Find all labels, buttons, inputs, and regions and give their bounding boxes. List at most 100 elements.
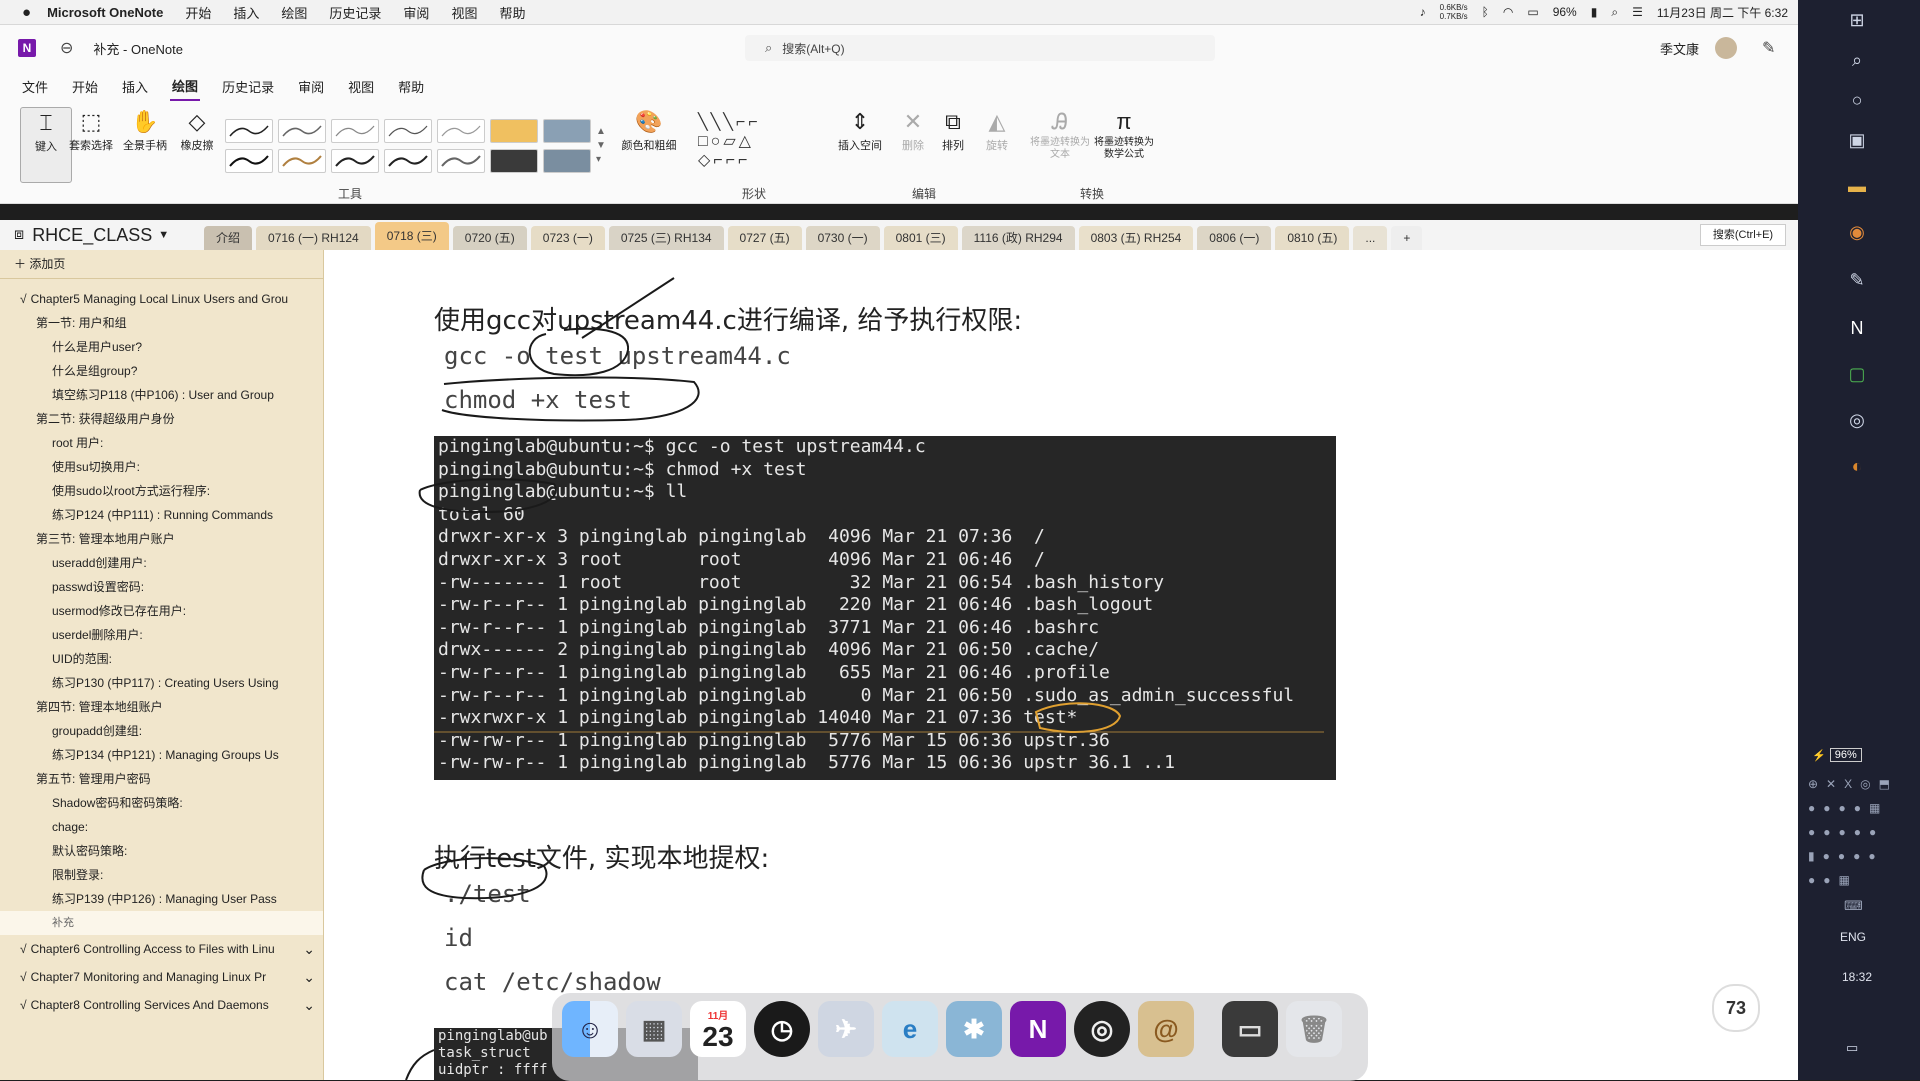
subpage[interactable]: 补充 bbox=[0, 911, 323, 935]
section-tab[interactable]: 介绍 bbox=[204, 226, 253, 250]
calendar-icon[interactable]: 11月 23 bbox=[690, 1001, 746, 1057]
section-tab[interactable]: 1116 (政) RH294 bbox=[961, 226, 1075, 250]
feather-app-icon[interactable]: ✈ bbox=[818, 1001, 874, 1057]
subpage[interactable]: Shadow密码和密码策略: bbox=[0, 791, 323, 815]
cortana-icon[interactable]: ○ bbox=[1842, 90, 1872, 114]
star-app-icon[interactable]: ✱ bbox=[946, 1001, 1002, 1057]
tab-review[interactable]: 审阅 bbox=[296, 73, 326, 100]
search-icon[interactable]: ⌕ bbox=[1611, 5, 1618, 20]
lasso-select-button[interactable]: ⬚ 套索选择 bbox=[66, 107, 116, 153]
pen-swatch[interactable] bbox=[384, 149, 432, 173]
chapter-page[interactable]: √ Chapter8 Controlling Services And Daemo… bbox=[0, 991, 323, 1019]
pen-swatch[interactable] bbox=[278, 119, 326, 143]
finder-icon[interactable]: ☺ bbox=[562, 1001, 618, 1057]
battery-icon[interactable]: ▮ bbox=[1591, 5, 1598, 19]
notebook-picker[interactable]: ⧈ RHCE_CLASS ▼ bbox=[14, 220, 204, 250]
edge-icon[interactable]: e bbox=[882, 1001, 938, 1057]
clock-icon[interactable]: ◷ bbox=[754, 1001, 810, 1057]
file-explorer-icon[interactable]: ▬ bbox=[1842, 176, 1872, 200]
app-icon[interactable]: ▢ bbox=[1842, 364, 1872, 388]
highlighter-swatch[interactable] bbox=[490, 149, 538, 173]
control-center-icon[interactable]: ☰ bbox=[1632, 5, 1643, 19]
insert-space-button[interactable]: ⇕ 插入空间 bbox=[832, 107, 888, 153]
subpage[interactable]: chage: bbox=[0, 815, 323, 839]
section-tab[interactable]: 0803 (五) RH254 bbox=[1078, 226, 1194, 250]
color-thickness-button[interactable]: 🎨 颜色和粗细 bbox=[614, 107, 684, 153]
subpage[interactable]: 使用sudo以root方式运行程序: bbox=[0, 479, 323, 503]
user-name[interactable]: 季文康 bbox=[1660, 39, 1699, 58]
more-sections[interactable]: ... bbox=[1353, 226, 1388, 250]
pen-swatch[interactable] bbox=[225, 119, 273, 143]
back-button[interactable]: ⊖ bbox=[60, 38, 73, 58]
chapter-page[interactable]: √ Chapter7 Monitoring and Managing Linux … bbox=[0, 963, 323, 991]
menu-view[interactable]: 视图 bbox=[451, 3, 477, 22]
pen-icon[interactable]: ✎ bbox=[1762, 38, 1775, 58]
section-page[interactable]: 第五节: 管理用户密码 bbox=[0, 767, 323, 791]
obs-icon[interactable]: ◎ bbox=[1842, 410, 1872, 434]
chapter-page[interactable]: √ Chapter5 Managing Local Linux Users and… bbox=[0, 287, 323, 311]
shapes-gallery[interactable]: ╲╲╲⌐⌐ □○▱△ ◇⌐⌐⌐ bbox=[698, 113, 808, 173]
chevron-down-icon[interactable]: ⌄ bbox=[303, 991, 315, 1019]
section-page[interactable]: 第三节: 管理本地用户账户 bbox=[0, 527, 323, 551]
subpage[interactable]: 填空练习P118 (中P106) : User and Group bbox=[0, 383, 323, 407]
subpage[interactable]: 限制登录: bbox=[0, 863, 323, 887]
section-tab[interactable]: 0725 (三) RH134 bbox=[608, 226, 724, 250]
obs-dock-icon[interactable]: ◎ bbox=[1074, 1001, 1130, 1057]
subpage[interactable]: usermod修改已存在用户: bbox=[0, 599, 323, 623]
tab-draw[interactable]: 绘图 bbox=[170, 72, 201, 101]
rotate-button[interactable]: ◭ 旋转 bbox=[972, 107, 1022, 153]
launchpad-icon[interactable]: ▦ bbox=[626, 1001, 682, 1057]
tab-file[interactable]: 文件 bbox=[20, 73, 50, 100]
pen-swatch[interactable] bbox=[437, 149, 485, 173]
onenote-dock-icon[interactable]: N bbox=[1010, 1001, 1066, 1057]
section-tab[interactable]: 0723 (一) bbox=[530, 226, 605, 250]
subpage[interactable]: 什么是用户user? bbox=[0, 335, 323, 359]
subpage[interactable]: passwd设置密码: bbox=[0, 575, 323, 599]
subpage[interactable]: groupadd创建组: bbox=[0, 719, 323, 743]
section-tab[interactable]: 0720 (五) bbox=[452, 226, 527, 250]
tab-view[interactable]: 视图 bbox=[346, 73, 376, 100]
expander-icon[interactable]: √ bbox=[20, 998, 27, 1012]
add-section-button[interactable]: + bbox=[1391, 226, 1423, 250]
snail-app-icon[interactable]: @ bbox=[1138, 1001, 1194, 1057]
task-view-icon[interactable]: ▣ bbox=[1842, 130, 1872, 154]
ink-to-math-button[interactable]: π 将墨迹转换为数学公式 bbox=[1092, 107, 1156, 161]
menu-insert[interactable]: 插入 bbox=[233, 3, 259, 22]
chevron-down-icon[interactable]: ⌄ bbox=[303, 935, 315, 963]
browser-icon[interactable]: ◉ bbox=[1842, 222, 1872, 246]
subpage[interactable]: 练习P124 (中P111) : Running Commands bbox=[0, 503, 323, 527]
display-icon[interactable]: ▭ bbox=[1527, 5, 1538, 19]
tray-battery[interactable]: ⚡ 96% bbox=[1812, 746, 1908, 764]
pan-button[interactable]: ✋ 全景手柄 bbox=[120, 107, 170, 153]
subpage[interactable]: 什么是组group? bbox=[0, 359, 323, 383]
language-indicator[interactable]: ENG bbox=[1840, 930, 1866, 944]
subpage[interactable]: UID的范围: bbox=[0, 647, 323, 671]
search-box[interactable]: ⌕ 搜索(Alt+Q) bbox=[745, 35, 1215, 61]
menu-history[interactable]: 历史记录 bbox=[329, 3, 381, 22]
subpage[interactable]: 使用su切换用户: bbox=[0, 455, 323, 479]
menu-draw[interactable]: 绘图 bbox=[281, 3, 307, 22]
chapter-page[interactable]: √ Chapter6 Controlling Access to Files wi… bbox=[0, 935, 323, 963]
highlighter-swatch[interactable] bbox=[543, 119, 591, 143]
search-icon[interactable]: ⌕ bbox=[1842, 50, 1872, 74]
arrange-button[interactable]: ⧉ 排列 bbox=[928, 107, 978, 153]
trash-icon[interactable]: 🗑 bbox=[1286, 1001, 1342, 1057]
bluetooth-icon[interactable]: ᛒ bbox=[1482, 5, 1489, 19]
expander-icon[interactable]: √ bbox=[20, 970, 27, 984]
subpage[interactable]: 练习P139 (中P126) : Managing User Pass bbox=[0, 887, 323, 911]
expander-icon[interactable]: √ bbox=[20, 942, 27, 956]
tab-help[interactable]: 帮助 bbox=[396, 73, 426, 100]
pen-swatch[interactable] bbox=[331, 149, 379, 173]
apple-icon[interactable]: ● bbox=[22, 4, 31, 21]
section-tab[interactable]: 0730 (一) bbox=[805, 226, 880, 250]
notification-icon[interactable]: ▭ bbox=[1846, 1040, 1858, 1056]
section-tab[interactable]: 0810 (五) bbox=[1275, 226, 1350, 250]
pen-swatch[interactable] bbox=[384, 119, 432, 143]
section-tab[interactable]: 0806 (一) bbox=[1197, 226, 1272, 250]
ink-to-text-button[interactable]: Ꭿ 将墨迹转换为文本 bbox=[1030, 107, 1090, 161]
section-tab[interactable]: 0718 (三) bbox=[374, 222, 449, 250]
notebook-search[interactable]: 搜索(Ctrl+E) bbox=[1700, 224, 1786, 246]
highlighter-swatch[interactable] bbox=[543, 149, 591, 173]
page-canvas[interactable]: 使用gcc对upstream44.c进行编译, 给予执行权限: gcc -o t… bbox=[324, 250, 1798, 1080]
eraser-button[interactable]: ◇ 橡皮擦 bbox=[172, 107, 222, 153]
